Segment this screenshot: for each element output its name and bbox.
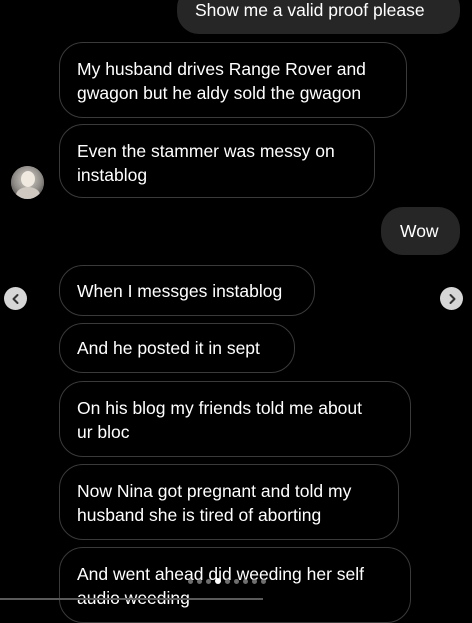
previous-button[interactable]: [4, 287, 27, 310]
message-bubble-outgoing[interactable]: Wow: [381, 207, 460, 255]
message-bubble-outgoing[interactable]: Show me a valid proof please: [177, 0, 460, 34]
message-text-line: My husband drives Range Rover and: [77, 59, 366, 79]
carousel-dot-active[interactable]: [215, 578, 221, 584]
carousel-indicator: [188, 578, 266, 584]
chevron-left-icon: [12, 293, 18, 304]
message-text: Wow: [400, 221, 439, 241]
message-text: Show me a valid proof please: [195, 0, 425, 20]
carousel-dot[interactable]: [243, 578, 248, 584]
message-bubble-incoming[interactable]: On his blog my friends told me about ur …: [59, 381, 411, 457]
message-bubble-incoming[interactable]: Even the stammer was messy on instablog: [59, 124, 375, 198]
carousel-dot[interactable]: [252, 578, 257, 584]
message-bubble-incoming[interactable]: Now Nina got pregnant and told my husban…: [59, 464, 399, 540]
carousel-dot[interactable]: [261, 578, 266, 584]
message-text-line: gwagon but he aldy sold the gwagon: [77, 83, 362, 103]
message-bubble-incoming[interactable]: And he posted it in sept: [59, 323, 295, 373]
next-button[interactable]: [440, 287, 463, 310]
message-bubble-incoming[interactable]: And went ahead did weeding her self audi…: [59, 547, 411, 623]
carousel-dot[interactable]: [197, 578, 202, 584]
bottom-divider: [0, 598, 263, 600]
message-text-line: Even the stammer was messy on: [77, 141, 335, 161]
message-text-line: On his blog my friends told me about: [77, 398, 363, 418]
carousel-dot[interactable]: [225, 578, 230, 584]
message-text-line: instablog: [77, 165, 148, 185]
message-bubble-incoming[interactable]: My husband drives Range Rover and gwagon…: [59, 42, 407, 118]
message-text-line: ur bloc: [77, 422, 130, 442]
message-text: And he posted it in sept: [77, 338, 260, 358]
message-text: When I messges instablog: [77, 281, 283, 301]
profile-avatar-icon[interactable]: [11, 166, 44, 199]
message-text-line: husband she is tired of aborting: [77, 505, 322, 525]
carousel-dot[interactable]: [188, 578, 193, 584]
carousel-dot[interactable]: [206, 578, 211, 584]
message-text-line: Now Nina got pregnant and told my: [77, 481, 352, 501]
message-bubble-incoming[interactable]: When I messges instablog: [59, 265, 315, 316]
carousel-dot[interactable]: [234, 578, 239, 584]
chevron-right-icon: [449, 293, 455, 304]
